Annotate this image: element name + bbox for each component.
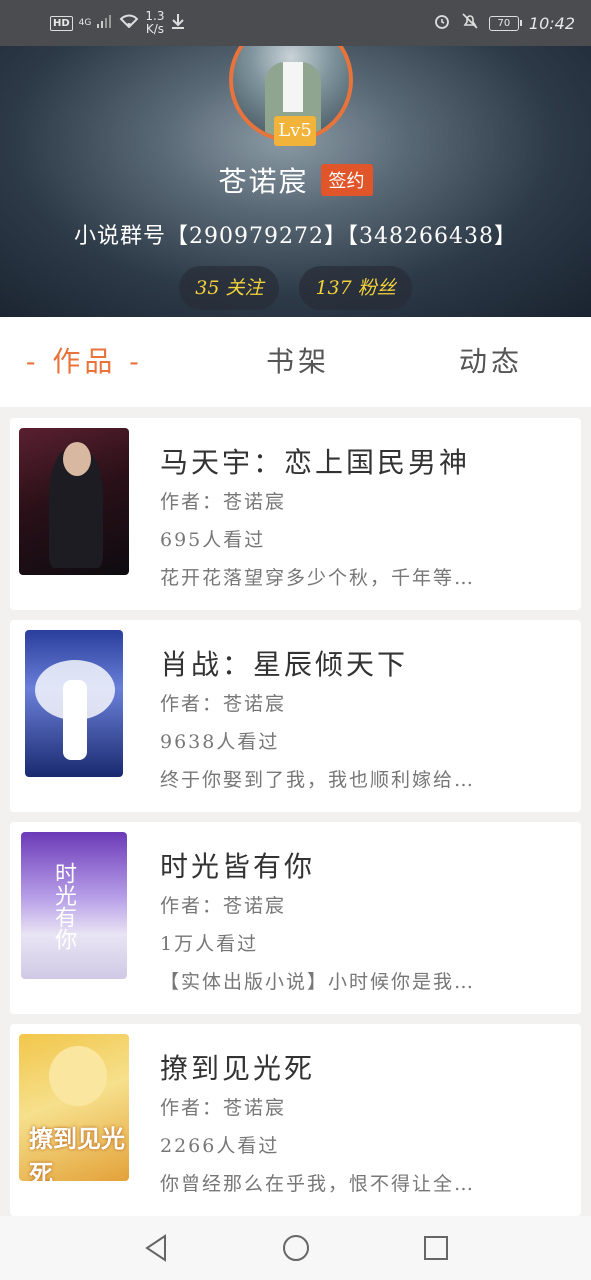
book-cover[interactable]: 撩到见光死 — [19, 1034, 129, 1181]
book-author: 作者：苍诺宸 — [160, 693, 287, 715]
cover-title: 撩到见光死 — [29, 1124, 125, 1181]
book-card[interactable]: 时光有你 时光皆有你 作者：苍诺宸 1万人看过 【实体出版小说】小时候你是我… — [10, 822, 581, 1014]
stats-row: 35 关注 137 粉丝 — [0, 266, 591, 310]
profile-header: Lv5 苍诺宸 签约 小说群号【290979272】【348266438】 35… — [0, 46, 591, 317]
tab-activity[interactable]: 动态 — [459, 317, 523, 407]
book-views: 1万人看过 — [160, 933, 259, 955]
recents-square-icon[interactable] — [416, 1228, 456, 1268]
cover-title: 时光有你 — [51, 862, 76, 950]
book-info: 马天宇：恋上国民男神 作者：苍诺宸 695人看过 花开花落望穿多少个秋，千年等… — [160, 443, 560, 597]
group-info: 小说群号【290979272】【348266438】 — [74, 224, 517, 249]
alarm-icon — [433, 12, 451, 34]
system-nav-bar — [0, 1216, 591, 1280]
name-row: 苍诺宸 签约 — [0, 160, 591, 200]
username: 苍诺宸 — [218, 165, 309, 198]
book-card[interactable]: 肖战：星辰倾天下 作者：苍诺宸 9638人看过 终于你娶到了我，我也顺利嫁给… — [10, 620, 581, 812]
book-cover[interactable]: 时光有你 — [21, 832, 127, 979]
cover-figure — [63, 680, 87, 760]
home-circle-icon[interactable] — [276, 1228, 316, 1268]
tab-works[interactable]: - 作品 - — [26, 317, 143, 407]
clock: 10:42 — [528, 13, 575, 33]
book-title[interactable]: 时光皆有你 — [160, 847, 560, 887]
book-info: 撩到见光死 作者：苍诺宸 2266人看过 你曾经那么在乎我，恨不得让全… — [160, 1049, 560, 1203]
status-bar: HD 4G 1.3 K/s 70 10:42 — [0, 0, 591, 46]
tab-bar: - 作品 - 书架 动态 — [0, 317, 591, 407]
avatar-shirt — [283, 62, 303, 112]
followers-button[interactable]: 137 粉丝 — [299, 266, 412, 310]
level-badge: Lv5 — [274, 116, 316, 146]
network-type: 4G — [78, 18, 92, 28]
book-author: 作者：苍诺宸 — [160, 895, 287, 917]
book-card[interactable]: 马天宇：恋上国民男神 作者：苍诺宸 695人看过 花开花落望穿多少个秋，千年等… — [10, 418, 581, 610]
book-title[interactable]: 肖战：星辰倾天下 — [160, 645, 560, 685]
book-author: 作者：苍诺宸 — [160, 1097, 287, 1119]
speed-unit: K/s — [145, 22, 164, 36]
download-icon — [170, 13, 186, 33]
book-cover[interactable] — [25, 630, 123, 777]
book-list: 马天宇：恋上国民男神 作者：苍诺宸 695人看过 花开花落望穿多少个秋，千年等…… — [10, 418, 581, 1226]
cover-face — [63, 442, 91, 476]
book-cover[interactable] — [19, 428, 129, 575]
book-views: 695人看过 — [160, 529, 266, 551]
battery-indicator: 70 — [488, 15, 522, 31]
book-views: 9638人看过 — [160, 731, 280, 753]
book-description: 你曾经那么在乎我，恨不得让全… — [160, 1173, 476, 1195]
signed-badge: 签约 — [320, 164, 373, 196]
book-description: 花开花落望穿多少个秋，千年等… — [160, 567, 476, 589]
hd-indicator: HD — [50, 15, 73, 31]
tab-bookshelf[interactable]: 书架 — [266, 317, 330, 407]
back-triangle-icon[interactable] — [136, 1228, 176, 1268]
following-button[interactable]: 35 关注 — [179, 266, 280, 310]
book-views: 2266人看过 — [160, 1135, 280, 1157]
book-card[interactable]: 撩到见光死 撩到见光死 作者：苍诺宸 2266人看过 你曾经那么在乎我，恨不得让… — [10, 1024, 581, 1216]
network-speed: 1.3 K/s — [145, 10, 164, 36]
cover-figure — [49, 1046, 107, 1106]
book-title[interactable]: 撩到见光死 — [160, 1049, 560, 1089]
signal-icon — [97, 14, 113, 32]
book-description: 终于你娶到了我，我也顺利嫁给… — [160, 769, 476, 791]
book-info: 肖战：星辰倾天下 作者：苍诺宸 9638人看过 终于你娶到了我，我也顺利嫁给… — [160, 645, 560, 799]
book-title[interactable]: 马天宇：恋上国民男神 — [160, 443, 560, 483]
book-info: 时光皆有你 作者：苍诺宸 1万人看过 【实体出版小说】小时候你是我… — [160, 847, 560, 1001]
book-description: 【实体出版小说】小时候你是我… — [160, 971, 476, 993]
book-author: 作者：苍诺宸 — [160, 491, 287, 513]
mute-bell-icon — [461, 12, 479, 34]
wifi-icon — [119, 14, 139, 32]
